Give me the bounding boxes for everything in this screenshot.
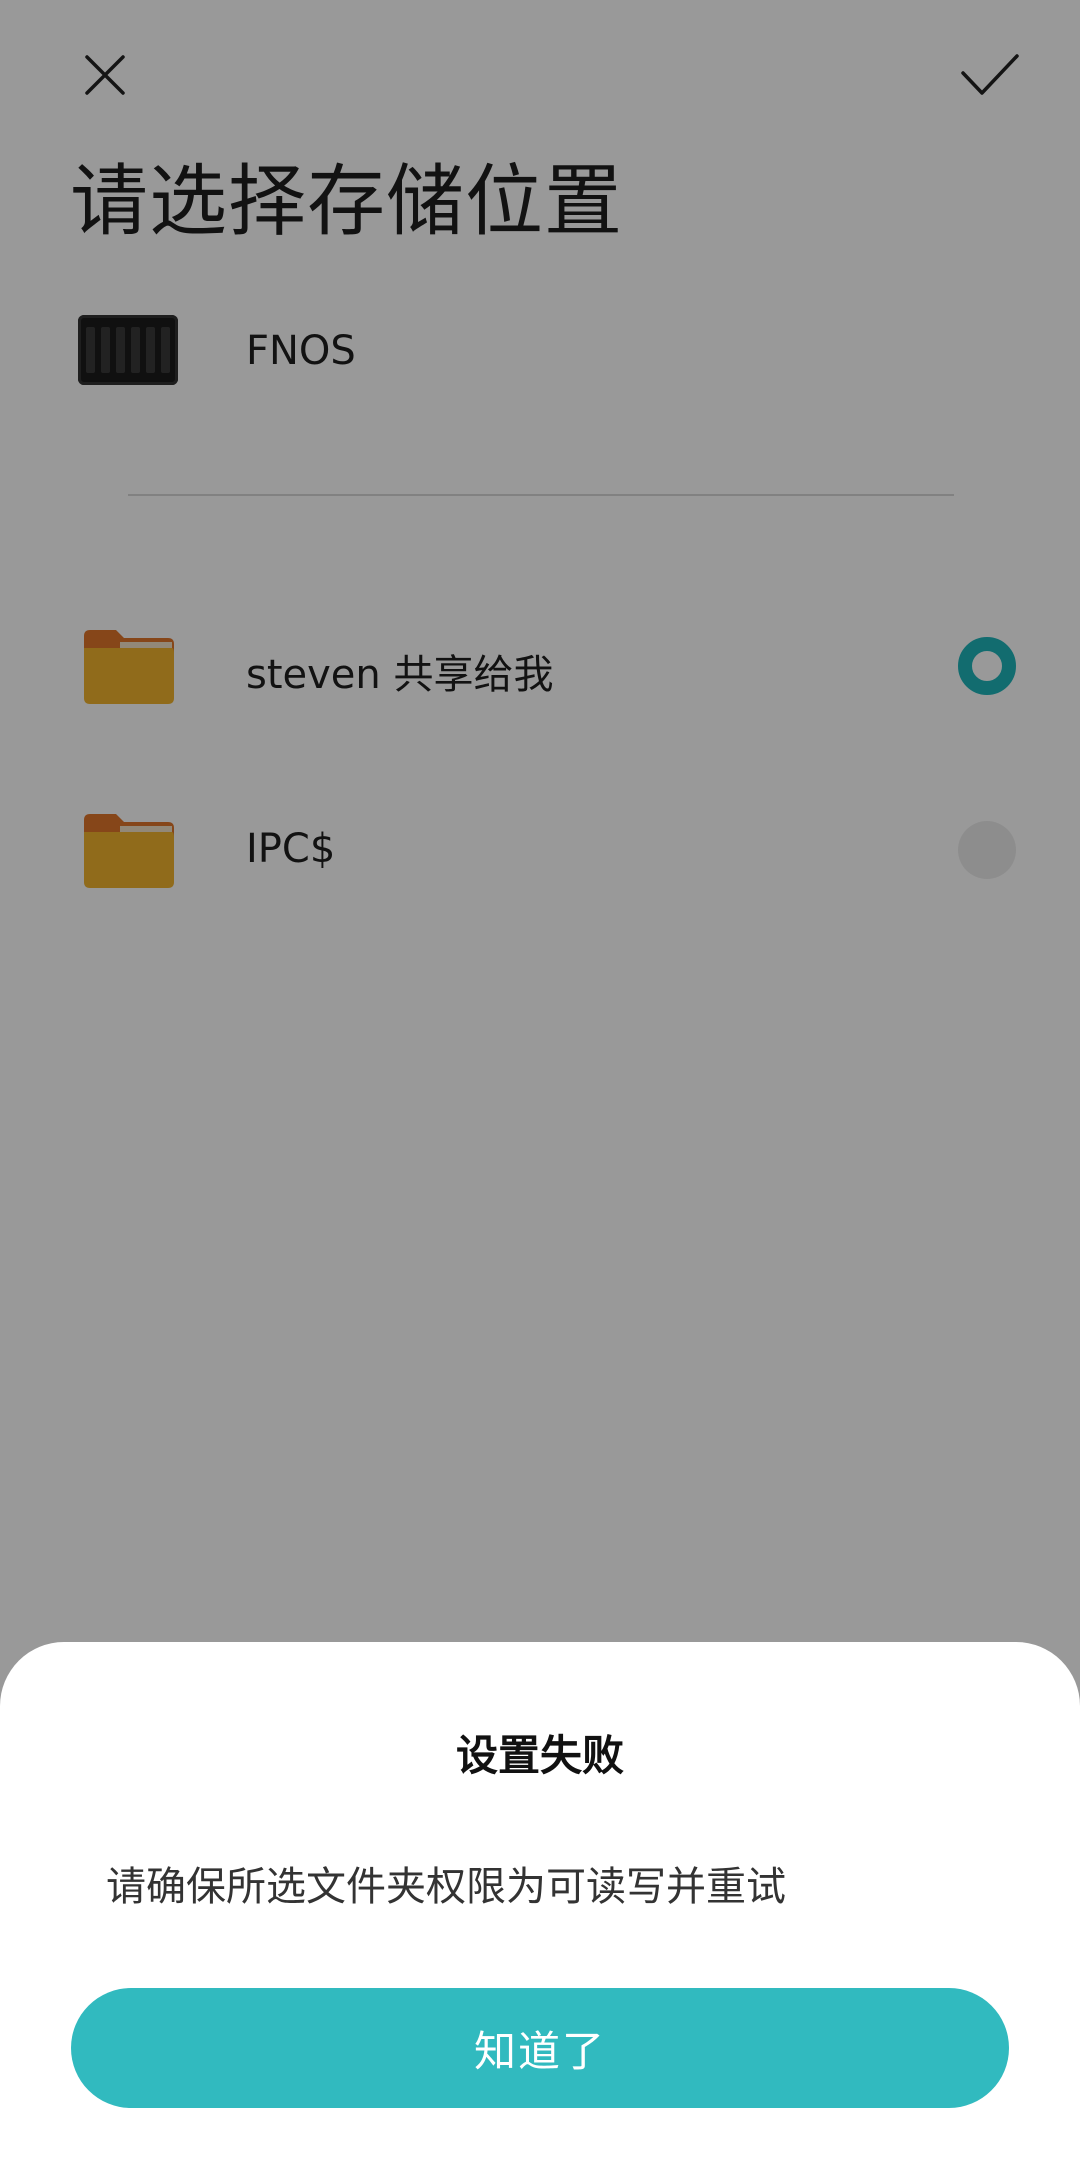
dialog-message: 请确保所选文件夹权限为可读写并重试 [106,1864,786,1910]
error-dialog: 设置失败 请确保所选文件夹权限为可读写并重试 知道了 [0,1642,1080,2158]
ok-button[interactable]: 知道了 [71,1988,1009,2108]
dialog-title: 设置失败 [455,1731,624,1780]
